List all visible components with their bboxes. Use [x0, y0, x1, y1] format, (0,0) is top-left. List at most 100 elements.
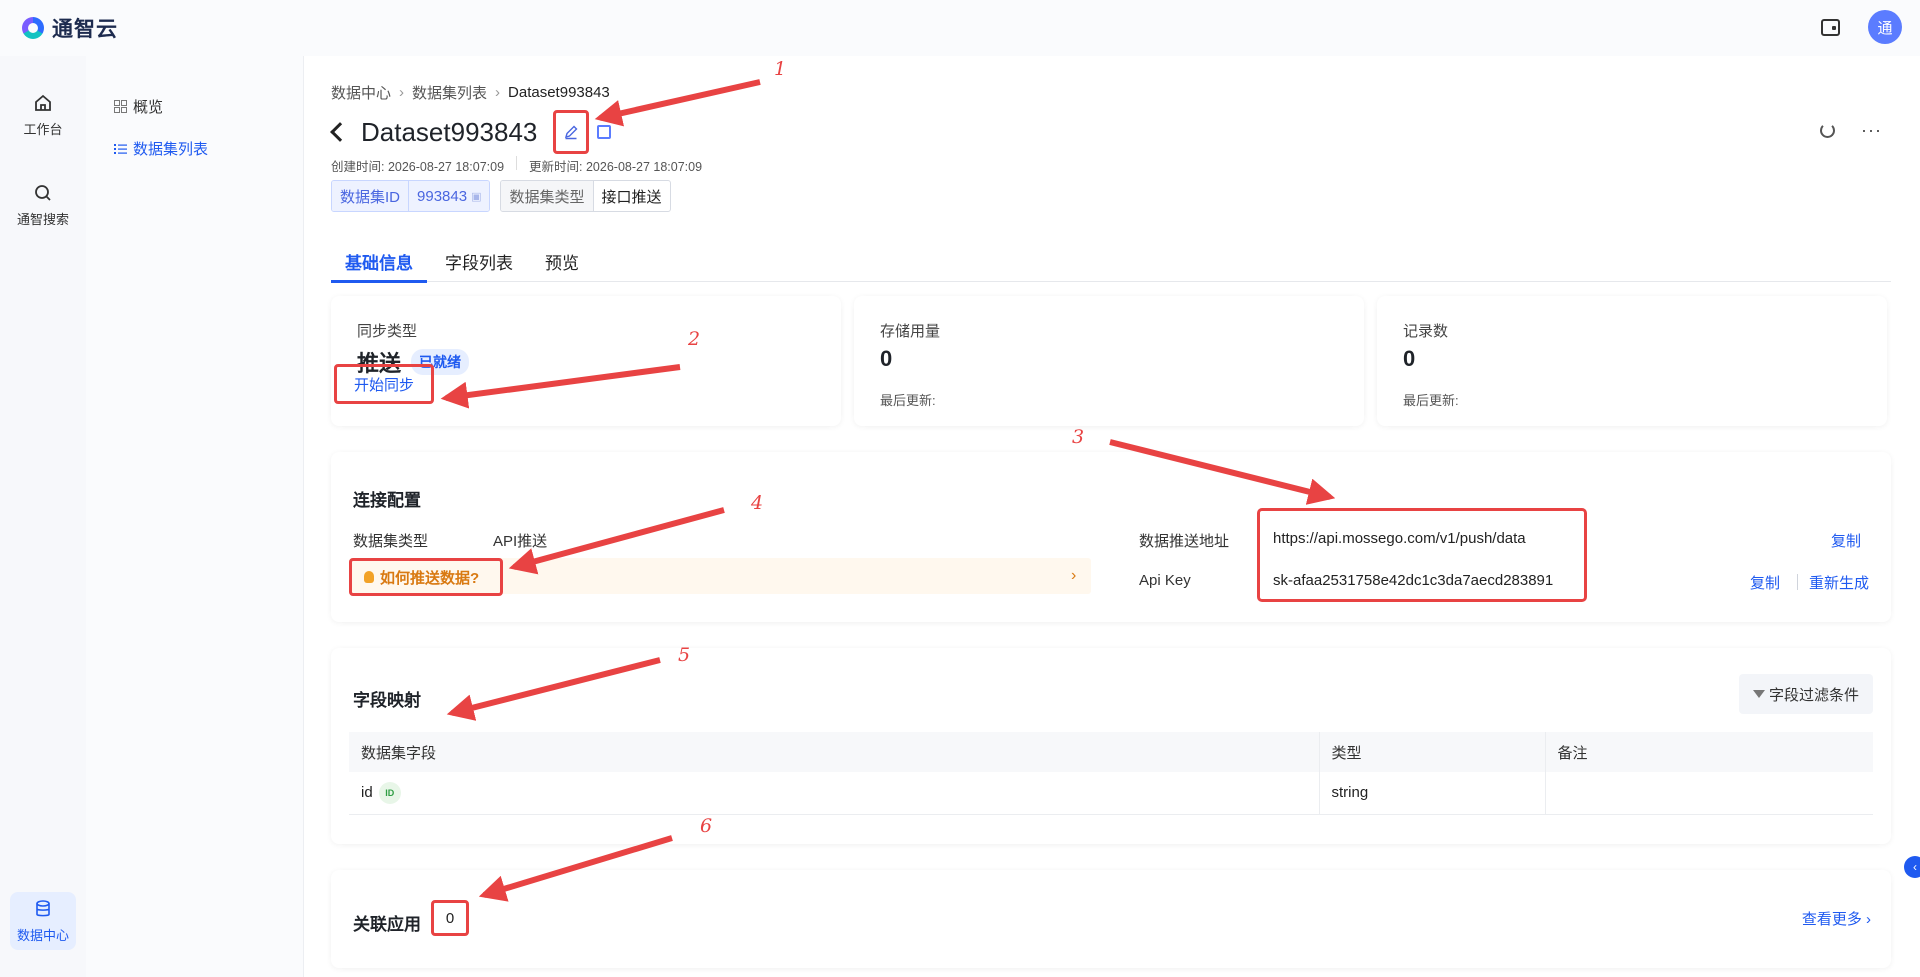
back-icon[interactable]: [330, 122, 350, 142]
subnav-item-label: 概览: [133, 99, 164, 116]
type-cell: string: [1319, 772, 1546, 815]
chevron-right-icon: ›: [1071, 567, 1077, 584]
dataset-type-value: API推送: [493, 533, 548, 550]
column-header: 数据集字段: [349, 732, 1320, 772]
subnav-item-dataset-list[interactable]: 数据集列表: [114, 138, 208, 159]
copy-icon[interactable]: [597, 125, 612, 139]
card-label: 记录数: [1403, 323, 1449, 340]
pencil-icon: [565, 125, 578, 140]
tab-field-list[interactable]: 字段列表: [445, 240, 513, 282]
api-key-value: sk-afaa2531758e42dc1c3da7aecd283891: [1273, 572, 1554, 589]
copy-url-button[interactable]: 复制: [1831, 530, 1861, 551]
breadcrumb-item[interactable]: 数据集列表: [412, 82, 487, 103]
timestamps: 创建时间: 2026-08-27 18:07:09 更新时间: 2026-08-…: [331, 156, 702, 175]
divider: [516, 156, 518, 170]
id-badge: ID: [378, 781, 401, 804]
tab-preview[interactable]: 预览: [545, 240, 579, 282]
howto-link[interactable]: 如何推送数据?: [349, 558, 503, 596]
card-title: 连接配置: [353, 491, 421, 510]
annotation-number: 2: [688, 328, 701, 350]
note-cell: [1545, 772, 1873, 815]
card-value: 0: [880, 346, 893, 371]
list-icon: [114, 143, 127, 154]
rail-item-data-center[interactable]: 数据中心: [10, 892, 76, 950]
breadcrumb-item[interactable]: 数据中心: [331, 82, 391, 103]
copy-icon: ▣: [471, 190, 482, 203]
rail-item-label: 通智搜索: [16, 211, 69, 227]
breadcrumb-current: Dataset993843: [508, 84, 610, 101]
annotation-number: 5: [678, 644, 691, 666]
rail-item-label: 数据中心: [16, 927, 69, 943]
sync-type-card: 同步类型 推送 已就绪: [331, 296, 841, 426]
edit-title-button[interactable]: [553, 110, 590, 154]
rail-item-search[interactable]: 通智搜索: [10, 176, 76, 234]
field-cell: id ID: [349, 772, 1320, 815]
api-key-label: Api Key: [1139, 572, 1191, 589]
tab-bar: 基础信息 字段列表 预览: [331, 240, 1891, 283]
tab-basic-info[interactable]: 基础信息: [331, 240, 427, 283]
divider: [1797, 574, 1798, 590]
left-rail: 工作台 通智搜索 数据中心: [0, 56, 86, 977]
field-mapping-card: 字段映射 字段过滤条件 数据集字段 类型 备注 id ID string: [331, 648, 1891, 844]
annotation-number: 3: [1072, 426, 1085, 448]
main-content: 数据中心 › 数据集列表 › Dataset993843 Dataset9938…: [304, 56, 1920, 977]
annotation-number: 4: [751, 492, 764, 514]
records-card: 记录数 0 最后更新:: [1377, 296, 1887, 426]
secondary-nav: 概览 数据集列表: [86, 56, 304, 977]
card-label: 存储用量: [880, 323, 941, 340]
search-icon: [35, 184, 51, 201]
chevron-left-icon[interactable]: ‹: [1904, 856, 1920, 878]
refresh-icon[interactable]: [1820, 123, 1836, 138]
wallet-icon[interactable]: [1821, 18, 1840, 36]
grid-icon: [114, 100, 127, 113]
card-value: 0: [1403, 346, 1416, 371]
created-time: 创建时间: 2026-08-27 18:07:09: [331, 160, 505, 174]
related-count: 0: [431, 900, 469, 936]
subnav-item-overview[interactable]: 概览: [114, 96, 163, 117]
dataset-id-tag[interactable]: 数据集ID 993843 ▣: [331, 180, 491, 212]
home-icon: [35, 94, 51, 111]
avatar[interactable]: 通: [1868, 10, 1902, 44]
app-name: 通智云: [52, 18, 118, 41]
related-apps-card: 关联应用 0 查看更多 ›: [331, 870, 1891, 968]
updated-time: 更新时间: 2026-08-27 18:07:09: [529, 160, 703, 174]
card-label: 同步类型: [357, 323, 418, 340]
more-icon[interactable]: ···: [1861, 120, 1882, 141]
copy-key-button[interactable]: 复制: [1750, 572, 1780, 593]
tag-row: 数据集ID 993843 ▣ 数据集类型 接口推送: [331, 180, 671, 212]
chevron-right-icon: ›: [495, 84, 501, 101]
title-row: Dataset993843: [329, 110, 612, 154]
start-sync-button[interactable]: 开始同步: [334, 364, 434, 404]
dataset-type-label: 数据集类型: [353, 533, 429, 550]
table-row: id ID string: [349, 772, 1873, 815]
tag-value: 993843 ▣: [409, 181, 490, 211]
column-header: 备注: [1545, 732, 1873, 772]
annotation-number: 6: [700, 815, 713, 837]
filter-icon: [1752, 690, 1765, 698]
card-title: 字段映射: [353, 691, 421, 710]
page-title: Dataset993843: [361, 116, 538, 147]
column-header: 类型: [1319, 732, 1546, 772]
bulb-icon: [364, 571, 374, 583]
push-url-label: 数据推送地址: [1139, 533, 1230, 550]
connection-config-card: 连接配置 数据集类型 API推送 如何推送数据? › 数据推送地址 Api Ke…: [331, 452, 1891, 622]
tag-key: 数据集类型: [501, 181, 594, 211]
chevron-right-icon: ›: [399, 84, 405, 101]
see-more-link[interactable]: 查看更多 ›: [1802, 908, 1871, 929]
field-mapping-table: 数据集字段 类型 备注 id ID string: [349, 732, 1873, 815]
push-url-value: https://api.mossego.com/v1/push/data: [1273, 530, 1526, 547]
breadcrumb: 数据中心 › 数据集列表 › Dataset993843: [331, 82, 610, 103]
card-subtext: 最后更新:: [880, 393, 936, 408]
rail-item-label: 工作台: [23, 121, 63, 137]
logo-icon: [22, 17, 44, 39]
card-subtext: 最后更新:: [1403, 393, 1459, 408]
tag-value: 接口推送: [601, 188, 662, 206]
rail-item-workbench[interactable]: 工作台: [10, 86, 76, 144]
field-filter-button[interactable]: 字段过滤条件: [1738, 674, 1873, 714]
subnav-item-label: 数据集列表: [133, 141, 209, 158]
regenerate-key-button[interactable]: 重新生成: [1809, 572, 1869, 593]
card-title: 关联应用: [353, 915, 421, 934]
top-bar: 通智云 通: [0, 0, 1920, 56]
database-icon: [36, 899, 50, 916]
tag-key: 数据集ID: [332, 181, 410, 211]
